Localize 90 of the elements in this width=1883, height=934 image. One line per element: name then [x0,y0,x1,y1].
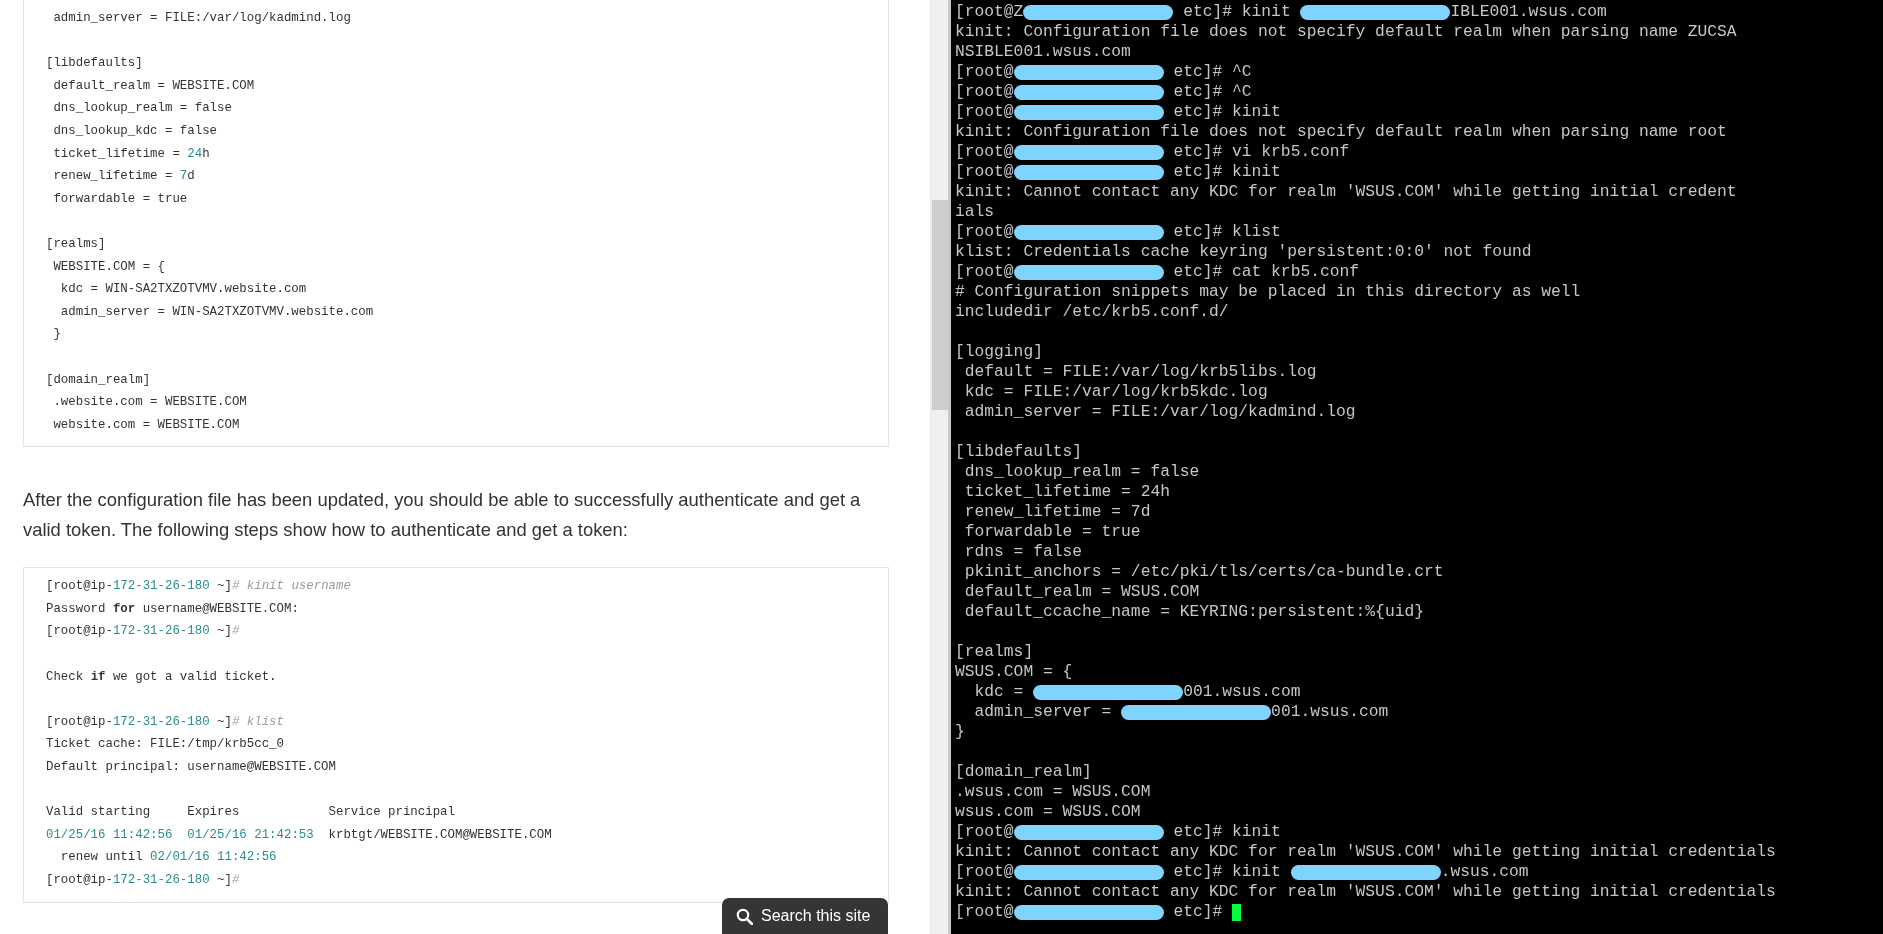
terminal-text: [root@Z [955,2,1024,22]
code-line: WEBSITE.COM = { [52,258,166,276]
code-line: 01/25/16 11:42:56 01/25/16 21:42:53 krbtgt/WEBSITE.COM@WEBSITE.COM [46,826,553,844]
code-line: dns_lookup_realm = false [52,100,233,118]
code-line: ticket_lifetime = 24h [52,145,211,163]
code-line: [root@ip-172-31-26-180 ~]# [46,872,241,889]
code-line: Valid starting Expires Service principal [46,804,456,822]
code-line: website.com = WEBSITE.COM [52,416,241,434]
terminal-text: [root@ [955,142,1014,162]
terminal-text: etc]# kinit [1172,102,1281,122]
code-line: [domain_realm] [46,371,152,389]
terminal-text: .wsus.com = WSUS.COM [955,782,1151,802]
terminal-text: [root@ [955,262,1014,282]
code-line: Check if we got a valid ticket. [46,668,278,686]
scrollbar-thumb[interactable] [931,200,948,410]
terminal-text: 001.wsus.com [1271,702,1389,722]
code-line: [root@ip-172-31-26-180 ~]# [46,623,241,641]
code-line: Default principal: username@WEBSITE.COM [46,759,337,777]
terminal-text: [logging] [955,342,1043,362]
terminal-text: [realms] [955,642,1034,662]
code-line: [root@ip-172-31-26-180 ~]# klist [46,713,285,731]
code-line: dns_lookup_kdc = false [52,122,219,140]
terminal-text: etc]# kinit [1172,822,1281,842]
terminal-text: etc]# kinit [1172,162,1281,182]
terminal-text: etc]# ^C [1172,62,1252,82]
terminal-text: # Configuration snippets may be placed in this directory as well [955,282,1581,302]
terminal-text: .wsus.com [1440,862,1529,882]
code-line: renew_lifetime = 7d [52,168,196,186]
code-line: Ticket cache: FILE:/tmp/krb5cc_0 [46,736,285,754]
terminal-text: [root@ [955,222,1014,242]
terminal-text: kinit: Cannot contact any KDC for realm 'WSUS.COM' while getting initial credentials [955,842,1776,862]
terminal-text: etc]# kinit [1172,862,1282,882]
terminal-text: kinit: Configuration file does not specify default realm when parsing name root [955,122,1727,142]
search-button[interactable]: Search this site [722,898,888,934]
terminal-text: kdc = [973,682,1025,702]
terminal-text: NSIBLE001.wsus.com [955,42,1131,62]
terminal-text: [root@ [955,862,1014,882]
terminal-text: includedir /etc/krb5.conf.d/ [955,302,1229,322]
terminal-text: wsus.com = WSUS.COM [955,802,1141,822]
terminal-text: WSUS.COM = { [955,662,1073,682]
terminal-text: etc]# [1172,902,1224,922]
terminal-text: pkinit_anchors = /etc/pki/tls/certs/ca-bundle.crt [963,562,1444,582]
terminal-text: renew_lifetime = 7d [963,502,1151,522]
code-line: admin_server = WIN-SA2TXZOTVMV.website.com [59,303,375,321]
terminal-text: } [955,722,965,742]
terminal-text: rdns = false [963,542,1082,562]
terminal-text: ials [955,202,995,222]
code-line: default_realm = WEBSITE.COM [52,77,256,95]
code-line: [libdefaults] [46,55,144,73]
terminal-text: kinit: Cannot contact any KDC for realm 'WSUS.COM' while getting initial credentials [955,882,1776,902]
terminal-text: [root@ [955,82,1014,102]
terminal-text: admin_server = [973,702,1113,722]
code-line: } [52,326,62,344]
terminal-text: admin_server = FILE:/var/log/kadmind.log [963,402,1356,422]
terminal-text: default = FILE:/var/log/krb5libs.log [963,362,1317,382]
code-line: forwardable = true [52,190,189,208]
code-line: Password for username@WEBSITE.COM: [46,600,300,618]
terminal-text: dns_lookup_realm = false [963,462,1200,482]
terminal-text: etc]# ^C [1172,82,1252,102]
terminal-text: [root@ [955,162,1014,182]
terminal-text: kinit: Cannot contact any KDC for realm 'WSUS.COM' while getting initial credent [955,182,1737,202]
terminal-text: etc]# vi krb5.conf [1172,142,1350,162]
terminal-text: etc]# klist [1172,222,1281,242]
scrollbar[interactable] [930,0,948,934]
terminal-text: [root@ [955,822,1014,842]
terminal-text: forwardable = true [963,522,1141,542]
terminal-text: etc]# cat krb5.conf [1172,262,1360,282]
terminal-text: [domain_realm] [955,762,1092,782]
code-line: [root@ip-172-31-26-180 ~]# kinit username [46,578,352,596]
terminal-text: kdc = FILE:/var/log/krb5kdc.log [963,382,1268,402]
terminal-text: default_ccache_name = KEYRING:persistent:%{uid} [963,602,1424,622]
terminal-text: IBLE001.wsus.com [1450,2,1607,22]
code-line: renew until 02/01/16 11:42:56 [59,849,278,867]
text-cursor [1232,903,1242,921]
terminal-text: [root@ [955,902,1014,922]
terminal-text: klist: Credentials cache keyring 'persistent:0:0' not found [955,242,1532,262]
terminal-text: ticket_lifetime = 24h [963,482,1170,502]
terminal-text: etc]# kinit [1182,2,1292,22]
code-line: .website.com = WEBSITE.COM [52,394,248,412]
article-paragraph: After the configuration file has been updated, you should be able to successfully authenticate and get a valid token. The following steps show how to authenticate and get a token: [23,488,862,543]
terminal-text: default_realm = WSUS.COM [963,582,1200,602]
terminal-text: [root@ [955,62,1014,82]
terminal-text: kinit: Configuration file does not specify default realm when parsing name ZUCSA [955,22,1737,42]
terminal-text: 001.wsus.com [1183,682,1301,702]
code-line: [realms] [46,235,107,253]
search-icon [736,907,753,925]
code-line: kdc = WIN-SA2TXZOTVMV.website.com [59,281,308,299]
code-line: admin_server = FILE:/var/log/kadmind.log [52,10,352,27]
terminal-text: [root@ [955,102,1014,122]
terminal-text: [libdefaults] [955,442,1082,462]
